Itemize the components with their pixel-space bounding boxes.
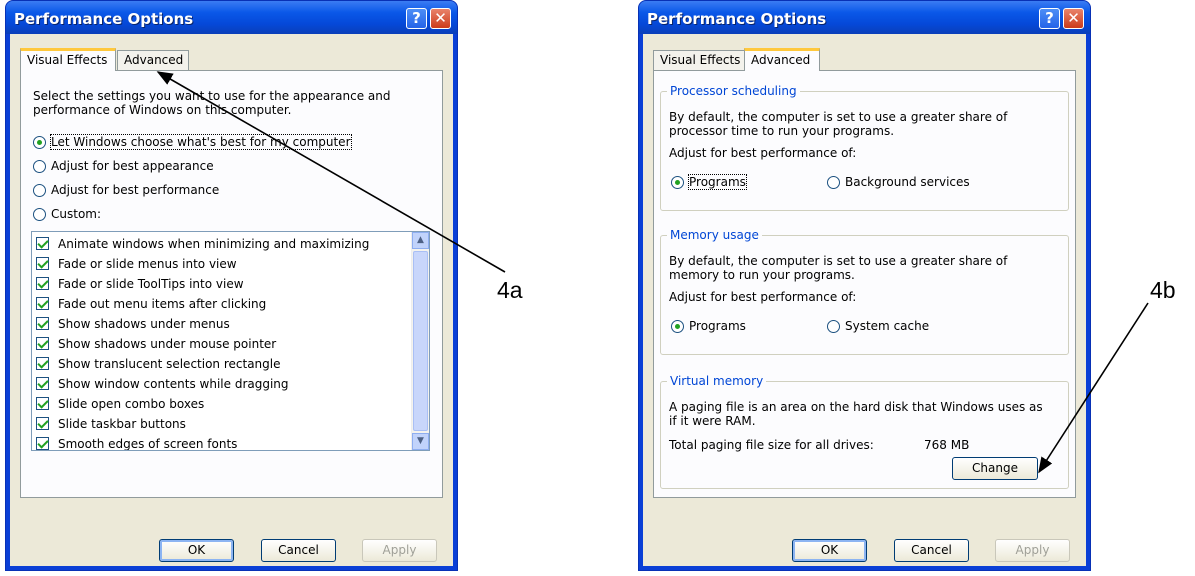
arrow-4a bbox=[156, 71, 506, 273]
tab-advanced[interactable]: Advanced bbox=[744, 48, 820, 71]
tab-visual-effects[interactable]: Visual Effects bbox=[20, 48, 116, 71]
arrow-4b bbox=[1038, 302, 1149, 474]
callout-arrows bbox=[156, 71, 1149, 474]
